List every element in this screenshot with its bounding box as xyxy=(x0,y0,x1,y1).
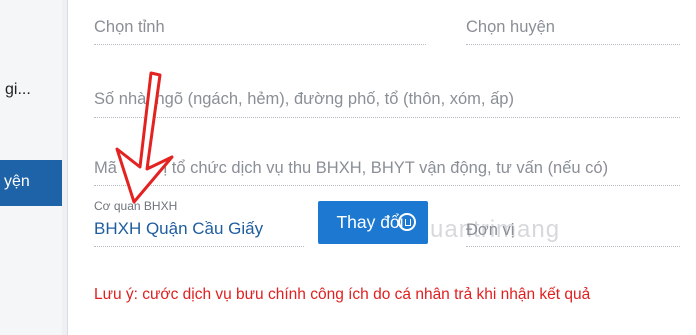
province-select[interactable]: Chọn tỉnh xyxy=(94,18,165,37)
sidebar: gi... yện xyxy=(0,0,62,335)
agency-underline xyxy=(94,246,304,247)
sidebar-item-label: gi... xyxy=(5,81,31,98)
unit-select[interactable]: Đơn vị xyxy=(466,221,514,240)
district-underline xyxy=(466,44,680,45)
shipping-note: Lưu ý: cước dịch vụ bưu chính công ích d… xyxy=(94,286,591,303)
agency-label: Cơ quan BHXH xyxy=(94,199,178,213)
sidebar-item-label: yện xyxy=(4,173,30,190)
sidebar-item-active[interactable]: yện xyxy=(0,160,62,206)
sidebar-item-truncated[interactable]: gi... xyxy=(0,78,62,106)
district-select[interactable]: Chọn huyện xyxy=(466,18,555,37)
lightbulb-icon xyxy=(398,213,416,231)
address-input[interactable]: Số nhà, ngõ (ngách, hẻm), đường phố, tổ … xyxy=(94,90,514,109)
agency-code-underline xyxy=(94,185,680,186)
agency-value: BHXH Quận Cầu Giấy xyxy=(94,219,264,238)
agency-code-input[interactable]: Mã đơn vị tổ chức dịch vụ thu BHXH, BHYT… xyxy=(94,159,608,178)
address-underline xyxy=(94,117,680,118)
unit-underline xyxy=(466,246,680,247)
province-underline xyxy=(94,44,426,45)
